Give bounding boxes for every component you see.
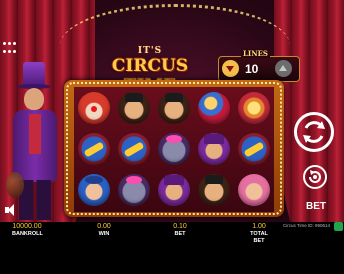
reel-cell <box>74 87 114 128</box>
total-bet-value: 1.00 <box>252 223 266 230</box>
ball-symbol-icon <box>198 91 230 124</box>
cannon-symbol-icon <box>118 132 150 165</box>
ring-symbol-icon <box>238 91 270 124</box>
win-stat: 0.00 WIN <box>94 222 114 238</box>
lines-value: 10 <box>245 62 259 76</box>
man-symbol-icon <box>198 173 230 206</box>
menu-icon[interactable] <box>3 42 17 56</box>
reel-cell <box>194 128 234 169</box>
reel-cell <box>234 128 274 169</box>
win-label: WIN <box>98 231 110 237</box>
bet-stat: 0.10 BET <box>169 222 191 238</box>
bankroll-label: BANKROLL <box>12 231 43 237</box>
spin-button[interactable] <box>294 112 334 152</box>
cannon-symbol-icon <box>78 132 110 165</box>
autoplay-button[interactable] <box>303 165 327 189</box>
reel-cell <box>194 87 234 128</box>
reel-cell <box>154 169 194 210</box>
bet-value: 0.10 <box>173 223 187 230</box>
bet-button[interactable]: BET <box>302 199 330 215</box>
purple-symbol-icon <box>158 173 190 206</box>
lines-label: LINES <box>241 49 270 58</box>
bankroll-stat: 10000.00 BANKROLL <box>12 222 43 238</box>
reel-cell <box>114 87 154 128</box>
lines-down-icon[interactable] <box>222 60 239 77</box>
autoplay-icon <box>308 170 321 184</box>
elephant-symbol-icon <box>158 132 190 165</box>
total-bet-label: TOTAL BET <box>250 231 268 244</box>
reel-cell <box>114 128 154 169</box>
lines-up-icon[interactable] <box>275 60 292 77</box>
clown-symbol-icon <box>78 91 110 124</box>
win-value: 0.00 <box>97 223 111 230</box>
reel-cell <box>74 169 114 210</box>
logo-subtitle: IT'S <box>137 46 163 56</box>
reel-cell <box>114 169 154 210</box>
game-stage: IT'S CIRCUS TIME LINES 10 BET <box>0 0 344 274</box>
balloon-decoration <box>6 172 24 198</box>
man-symbol-icon <box>158 91 190 124</box>
lines-selector: LINES 10 <box>218 49 300 82</box>
reel-cell <box>154 87 194 128</box>
reel-cell <box>234 169 274 210</box>
reel-cell <box>234 87 274 128</box>
game-identifier: Circus Time ID: 990614 <box>283 223 331 228</box>
bet-label: BET <box>174 231 186 237</box>
sound-icon[interactable] <box>5 204 17 216</box>
reels-frame <box>64 80 284 217</box>
cannon-symbol-icon <box>238 132 270 165</box>
boy-symbol-icon <box>78 173 110 206</box>
reel-cell <box>194 169 234 210</box>
spin-icon <box>303 121 325 143</box>
total-bet-stat: 1.00 TOTAL BET <box>244 222 274 245</box>
purple-symbol-icon <box>198 132 230 165</box>
provider-logo-icon <box>334 222 343 231</box>
elephant-symbol-icon <box>118 173 150 206</box>
man-symbol-icon <box>118 91 150 124</box>
woman-symbol-icon <box>238 173 270 206</box>
reel-grid <box>74 87 274 212</box>
bankroll-value: 10000.00 <box>12 223 42 230</box>
reel-cell <box>154 128 194 169</box>
bottom-bar: 10000.00 BANKROLL 0.00 WIN 0.10 BET 1.00… <box>0 222 344 274</box>
game-logo: IT'S CIRCUS TIME <box>86 46 214 96</box>
reel-cell <box>74 128 114 169</box>
